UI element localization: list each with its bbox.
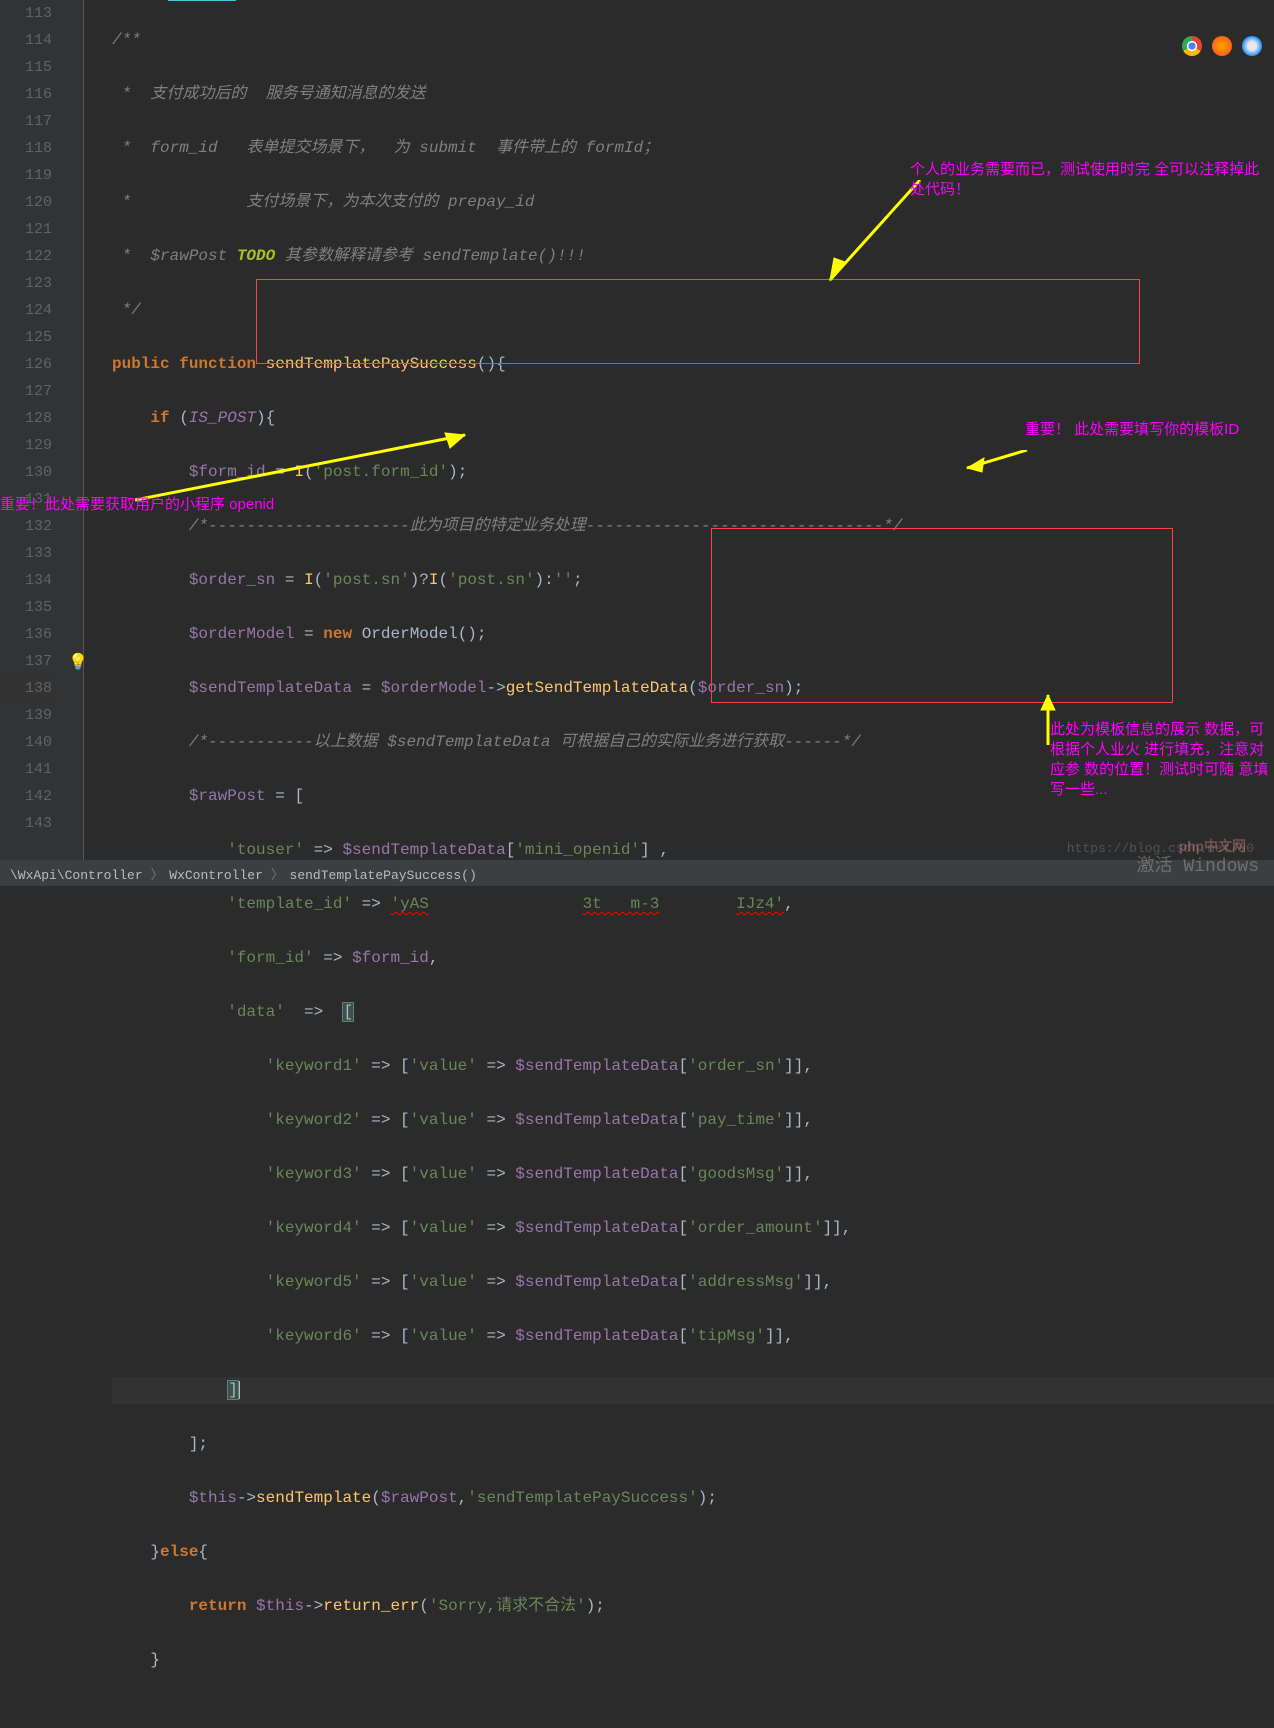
breadcrumb-item[interactable]: \WxApi\Controller — [10, 868, 143, 883]
breadcrumb-item[interactable]: WxController — [169, 868, 263, 883]
annotation-3: 重要！ 此处需要填写你的模板ID — [1025, 420, 1265, 440]
comment: * $rawPost — [112, 247, 237, 265]
comment: /** — [112, 31, 141, 49]
arrow-icon — [962, 450, 1032, 480]
fold-column: 💡 — [70, 0, 84, 860]
comment: */ — [112, 301, 141, 319]
todo: TODO — [237, 247, 275, 265]
line-number-gutter: 1131141151161171181191201211221231241251… — [0, 0, 70, 860]
breadcrumb-bar[interactable]: \WxApi\Controller〉 WxController〉 sendTem… — [0, 860, 1274, 886]
annotation-2: 重要！此处需要获取用户的小程序 openid — [0, 495, 400, 515]
php-watermark: php中文网 — [1179, 836, 1246, 856]
annotation-1: 个人的业务需要而已，测试使用时完 全可以注释掉此处代码！ — [910, 160, 1270, 200]
breadcrumb-item[interactable]: sendTemplatePaySuccess() — [290, 868, 477, 883]
comment: * 支付场景下，为本次支付的 prepay_id — [112, 193, 534, 211]
comment: * 支付成功后的 服务号通知消息的发送 — [112, 85, 426, 103]
comment: * form_id 表单提交场景下， 为 submit 事件带上的 formId… — [112, 139, 659, 157]
annotation-4: 此处为模板信息的展示 数据，可根据个人业火 进行填充，注意对应参 数的位置！测试… — [1050, 720, 1270, 800]
windows-activation-watermark: 激活 Windows — [1137, 858, 1259, 876]
